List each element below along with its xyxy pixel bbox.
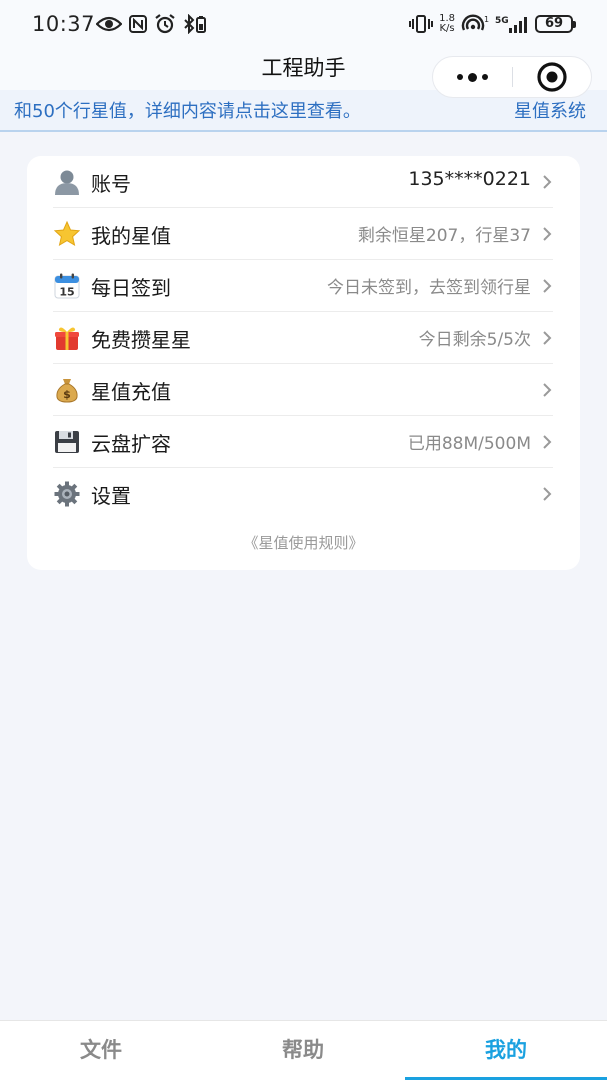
signal-label: 5G <box>495 16 509 26</box>
chevron-right-icon <box>543 279 552 293</box>
status-time: 10:37 <box>32 12 96 36</box>
notice-text: 和50个行星值，详细内容请点击这里查看。 <box>14 101 361 122</box>
more-dot-icon <box>482 74 488 80</box>
menu-label: 云盘扩容 <box>91 432 171 456</box>
status-left-icons <box>96 12 208 36</box>
menu-item-my-stars[interactable]: 我的星值 剩余恒星207，行星37 <box>53 208 553 260</box>
bottom-tab-bar: 文件 帮助 我的 <box>0 1020 607 1080</box>
status-bar: 10:37 1.8 K/s 1 5G 69 <box>0 0 607 48</box>
free-stars-remaining: 今日剩余5/5次 <box>418 330 531 350</box>
gift-icon <box>55 327 79 350</box>
more-dot-icon <box>468 72 477 82</box>
account-menu-card: 账号 135****0221 我的星值 剩余恒星207，行星37 15 每日签到… <box>27 156 580 570</box>
menu-item-settings[interactable]: 设置 <box>53 468 553 520</box>
target-close-icon <box>537 62 567 92</box>
menu-label: 设置 <box>91 484 131 508</box>
menu-label: 免费攒星星 <box>91 328 191 352</box>
stars-remaining: 剩余恒星207，行星37 <box>357 226 531 246</box>
title-bar: 工程助手 <box>0 48 607 98</box>
menu-label: 我的星值 <box>91 224 171 248</box>
floppy-disk-icon <box>55 431 79 453</box>
chevron-right-icon <box>543 383 552 397</box>
menu-item-cloud-expansion[interactable]: 云盘扩容 已用88M/500M <box>53 416 553 468</box>
menu-label: 星值充值 <box>91 380 171 404</box>
alarm-icon <box>155 14 175 34</box>
money-symbol: $ <box>63 388 71 401</box>
chevron-right-icon <box>543 435 552 449</box>
tab-help[interactable]: 帮助 <box>202 1021 404 1080</box>
bluetooth-battery-icon <box>184 14 206 34</box>
signal-icon: 5G <box>495 16 527 33</box>
checkin-status: 今日未签到，去签到领行星 <box>327 278 531 298</box>
more-dot-icon <box>457 74 463 80</box>
eye-icon <box>96 16 122 32</box>
chevron-right-icon <box>543 175 552 189</box>
chevron-right-icon <box>543 331 552 345</box>
calendar-icon: 15 <box>54 273 80 299</box>
cloud-usage: 已用88M/500M <box>407 434 531 454</box>
menu-label: 账号 <box>91 172 131 196</box>
menu-item-account[interactable]: 账号 135****0221 <box>53 156 553 208</box>
tab-files[interactable]: 文件 <box>0 1021 202 1080</box>
nfc-icon <box>129 15 147 33</box>
network-speed: 1.8 K/s <box>439 14 455 34</box>
menu-item-daily-checkin[interactable]: 15 每日签到 今日未签到，去签到领行星 <box>53 260 553 312</box>
star-rules-link[interactable]: 《星值使用规则》 <box>27 532 580 553</box>
menu-label: 每日签到 <box>91 276 171 300</box>
star-icon <box>53 220 81 247</box>
gear-icon <box>54 481 80 507</box>
hotspot-icon: 1 <box>461 14 489 31</box>
chevron-right-icon <box>543 227 552 241</box>
account-phone: 135****0221 <box>408 168 531 190</box>
user-icon <box>55 170 79 195</box>
close-mini-program-button[interactable] <box>513 57 591 97</box>
menu-item-recharge[interactable]: $ 星值充值 <box>53 364 553 416</box>
chevron-right-icon <box>543 487 552 501</box>
network-speed-unit: K/s <box>439 23 455 34</box>
tab-mine[interactable]: 我的 <box>405 1021 607 1080</box>
more-menu-button[interactable] <box>433 57 512 97</box>
battery-icon: 69 <box>535 15 576 33</box>
money-bag-icon: $ <box>56 379 78 403</box>
calendar-day: 15 <box>59 286 74 299</box>
vibrate-icon <box>409 15 434 33</box>
mini-program-capsule <box>432 56 592 98</box>
menu-item-free-stars[interactable]: 免费攒星星 今日剩余5/5次 <box>53 312 553 364</box>
notice-text-next: 星值系统 <box>514 101 586 122</box>
svg-text:1: 1 <box>484 15 489 24</box>
status-right-icons: 1.8 K/s 1 5G 69 <box>409 12 576 36</box>
